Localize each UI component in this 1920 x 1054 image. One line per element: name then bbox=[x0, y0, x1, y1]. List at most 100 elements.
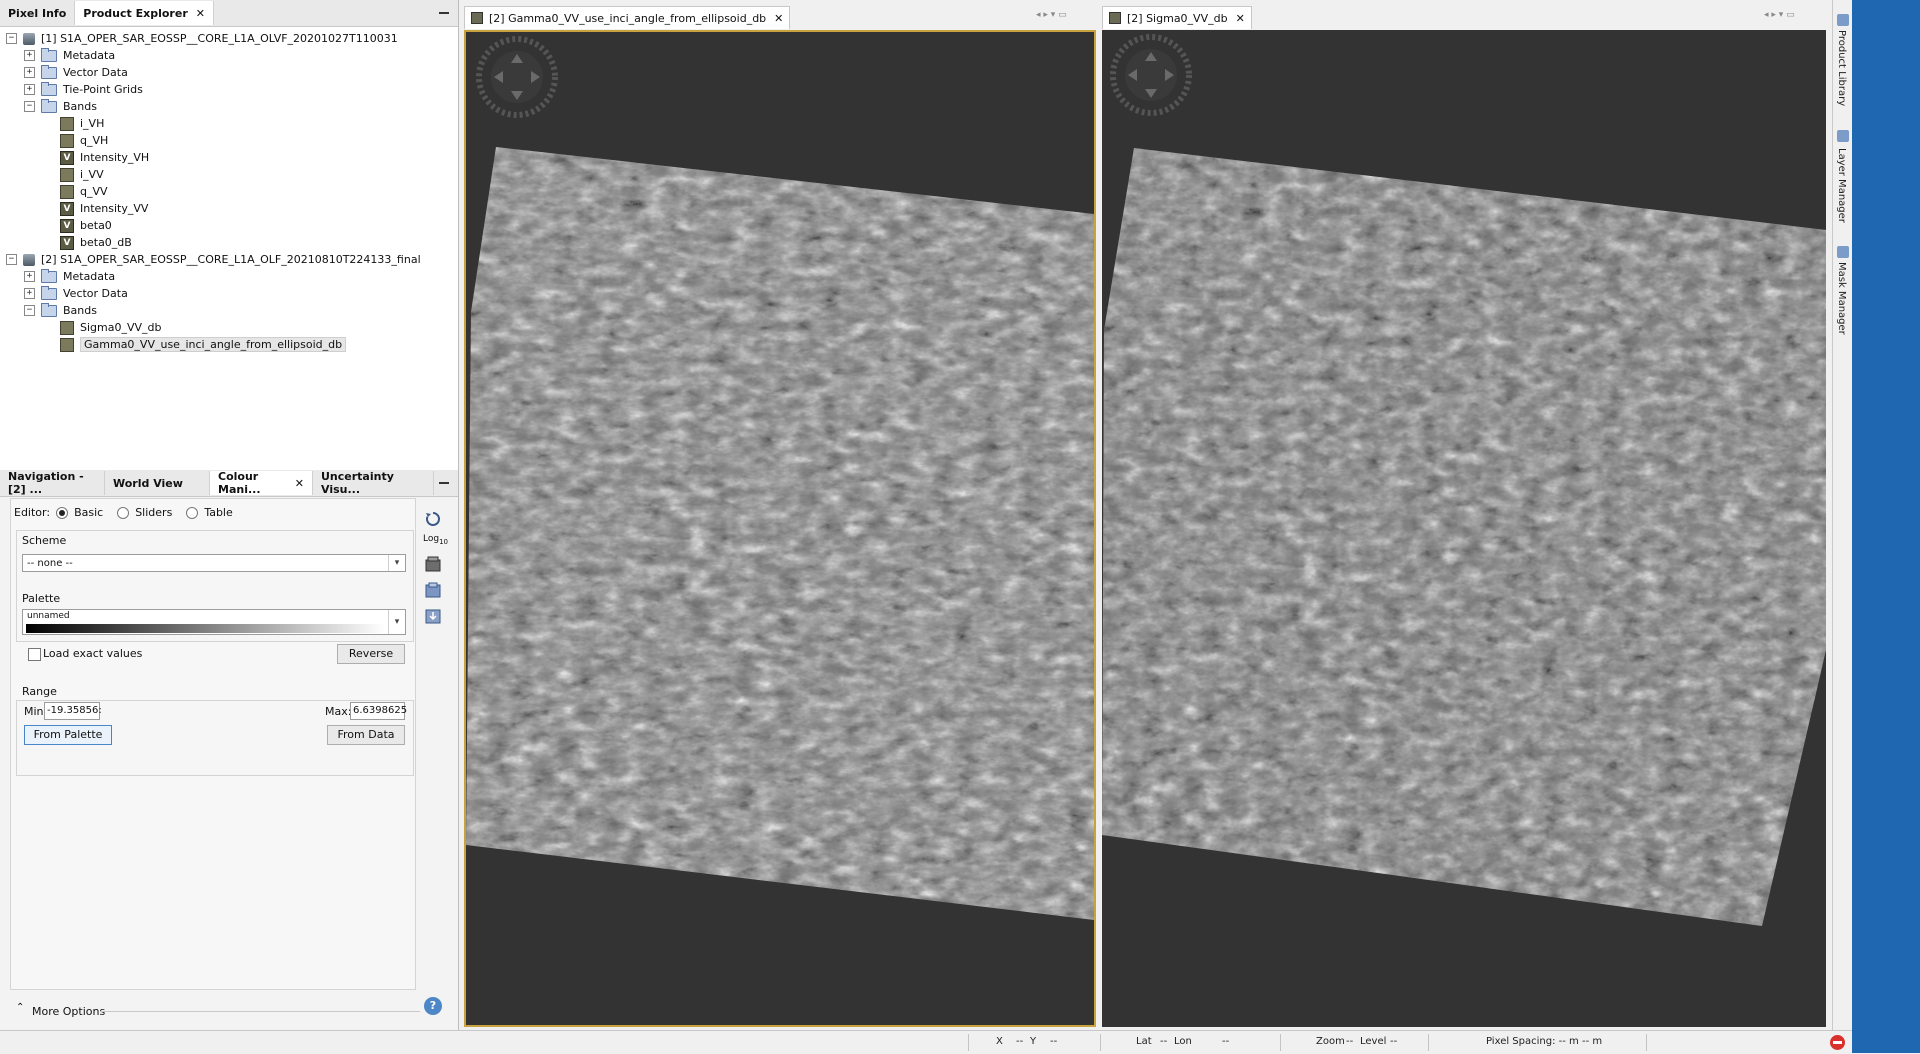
expand-icon[interactable]: + bbox=[24, 288, 35, 299]
tree-node-band[interactable]: V Intensity_VH bbox=[60, 149, 149, 166]
log10-icon[interactable]: Log10 bbox=[423, 534, 448, 546]
chevron-down-icon: ▾ bbox=[388, 555, 405, 571]
status-x-value: -- bbox=[1016, 1036, 1024, 1047]
status-x-label: X bbox=[996, 1036, 1003, 1047]
collapse-icon[interactable]: − bbox=[6, 254, 17, 265]
tree-node-band[interactable]: i_VV bbox=[60, 166, 104, 183]
view-nav-controls[interactable]: ◂ ▸ ▾ ▭ bbox=[1036, 10, 1067, 20]
tab-uncertainty[interactable]: Uncertainty Visu... bbox=[313, 470, 434, 496]
radio-basic[interactable] bbox=[56, 506, 69, 519]
layer-manager-tab[interactable]: Layer Manager bbox=[1836, 148, 1847, 223]
divider bbox=[100, 1011, 420, 1012]
product-library-tab[interactable]: Product Library bbox=[1836, 30, 1847, 106]
view-tab-gamma0[interactable]: [2] Gamma0_VV_use_inci_angle_from_ellips… bbox=[464, 6, 791, 29]
max-input[interactable]: 6.6398625 bbox=[350, 702, 407, 720]
tab-colour-manipulation[interactable]: Colour Mani... ✕ bbox=[210, 470, 313, 496]
close-icon[interactable]: ✕ bbox=[1236, 12, 1245, 25]
tree-node-band[interactable]: Vbeta0_dB bbox=[60, 234, 132, 251]
close-icon[interactable]: ✕ bbox=[196, 7, 205, 20]
mask-manager-tab[interactable]: Mask Manager bbox=[1836, 262, 1847, 335]
editor-mode-group: Editor: Basic Sliders Table bbox=[14, 506, 233, 519]
folder-icon bbox=[41, 47, 57, 62]
tree-node-band[interactable]: i_VH bbox=[60, 115, 104, 132]
tree-node-bands[interactable]: − Bands bbox=[24, 98, 97, 115]
band-icon bbox=[60, 133, 74, 148]
import-icon[interactable] bbox=[424, 556, 442, 572]
tree-node-bands[interactable]: − Bands bbox=[24, 302, 97, 319]
tree-node-tie-point-grids[interactable]: + Tie-Point Grids bbox=[24, 81, 143, 98]
layer-manager-icon[interactable] bbox=[1837, 130, 1849, 142]
band-icon bbox=[60, 320, 74, 335]
chevron-down-icon: ▾ bbox=[388, 610, 405, 634]
image-view-sigma0[interactable] bbox=[1102, 30, 1826, 1027]
view-tab-sigma0[interactable]: [2] Sigma0_VV_db ✕ bbox=[1102, 6, 1252, 29]
palette-select[interactable]: unnamed ▾ bbox=[22, 609, 406, 635]
mask-manager-icon[interactable] bbox=[1837, 246, 1849, 258]
view-nav-controls[interactable]: ◂ ▸ ▾ ▭ bbox=[1764, 10, 1795, 20]
tree-node-metadata[interactable]: + Metadata bbox=[24, 268, 115, 285]
product-icon bbox=[23, 32, 35, 45]
tool-tabbar: Navigation - [2] ... World View Colour M… bbox=[0, 470, 458, 497]
product-library-icon[interactable] bbox=[1837, 14, 1849, 26]
desktop-background bbox=[1852, 0, 1920, 1053]
band-icon bbox=[60, 184, 74, 199]
expand-icon[interactable]: + bbox=[24, 271, 35, 282]
folder-icon bbox=[41, 285, 57, 300]
scheme-label: Scheme bbox=[22, 534, 67, 547]
radio-table[interactable] bbox=[186, 506, 199, 519]
virtual-band-icon: V bbox=[60, 235, 74, 250]
scheme-select[interactable]: -- none -- ▾ bbox=[22, 554, 406, 572]
expand-icon[interactable]: + bbox=[24, 84, 35, 95]
folder-icon bbox=[41, 64, 57, 79]
close-icon[interactable]: ✕ bbox=[295, 477, 304, 490]
tab-pixel-info[interactable]: Pixel Info bbox=[0, 1, 76, 25]
tree-node-band[interactable]: V Intensity_VV bbox=[60, 200, 148, 217]
band-icon bbox=[60, 167, 74, 182]
load-exact-checkbox[interactable] bbox=[28, 648, 41, 661]
tree-node-band-selected[interactable]: Gamma0_VV_use_inci_angle_from_ellipsoid_… bbox=[60, 336, 347, 353]
tree-node-product-2[interactable]: − [2] S1A_OPER_SAR_EOSSP__CORE_L1A_OLF_20… bbox=[6, 251, 421, 268]
minimize-icon[interactable] bbox=[438, 475, 450, 487]
collapse-icon[interactable]: − bbox=[6, 33, 17, 44]
band-icon bbox=[60, 337, 74, 352]
help-icon[interactable]: ? bbox=[424, 997, 442, 1015]
double-chevron-up-icon[interactable]: ⌃ bbox=[16, 1002, 24, 1013]
status-lat-value: -- bbox=[1160, 1036, 1168, 1047]
tab-navigation[interactable]: Navigation - [2] ... bbox=[0, 470, 105, 496]
minimize-icon[interactable] bbox=[438, 5, 450, 17]
tree-node-product-1[interactable]: − [1] S1A_OPER_SAR_EOSSP__CORE_L1A_OLVF_2… bbox=[6, 30, 398, 47]
min-input[interactable]: -19.35856: bbox=[44, 702, 102, 720]
save-icon[interactable] bbox=[424, 608, 442, 624]
tab-product-explorer[interactable]: Product Explorer ✕ bbox=[75, 1, 214, 25]
more-options-toggle[interactable]: More Options bbox=[32, 1005, 105, 1018]
export-icon[interactable] bbox=[424, 582, 442, 598]
tree-node-band[interactable]: Vbeta0 bbox=[60, 217, 112, 234]
band-icon bbox=[1109, 12, 1121, 24]
reset-icon[interactable] bbox=[424, 510, 442, 526]
reverse-button[interactable]: Reverse bbox=[337, 644, 405, 664]
tree-node-metadata[interactable]: + Metadata bbox=[24, 47, 115, 64]
from-data-button[interactable]: From Data bbox=[327, 725, 405, 745]
radio-sliders[interactable] bbox=[117, 506, 130, 519]
from-palette-button[interactable]: From Palette bbox=[24, 725, 112, 745]
tree-node-vector-data[interactable]: + Vector Data bbox=[24, 64, 128, 81]
tree-node-vector-data[interactable]: + Vector Data bbox=[24, 285, 128, 302]
tree-node-band[interactable]: Sigma0_VV_db bbox=[60, 319, 162, 336]
collapse-icon[interactable]: − bbox=[24, 305, 35, 316]
folder-icon bbox=[41, 268, 57, 283]
error-indicator-icon[interactable] bbox=[1830, 1035, 1845, 1050]
load-exact-label: Load exact values bbox=[43, 647, 143, 660]
tab-world-view[interactable]: World View bbox=[105, 471, 210, 495]
explorer-tabbar: Pixel Info Product Explorer ✕ bbox=[0, 0, 458, 27]
sar-image-sigma0 bbox=[1102, 148, 1826, 926]
expand-icon[interactable]: + bbox=[24, 50, 35, 61]
band-icon bbox=[60, 116, 74, 131]
collapse-icon[interactable]: − bbox=[24, 101, 35, 112]
image-view-gamma0[interactable] bbox=[464, 30, 1096, 1027]
tree-node-band[interactable]: q_VH bbox=[60, 132, 108, 149]
sar-image-gamma0 bbox=[466, 147, 1094, 920]
status-y-label: Y bbox=[1030, 1036, 1037, 1047]
tree-node-band[interactable]: q_VV bbox=[60, 183, 108, 200]
expand-icon[interactable]: + bbox=[24, 67, 35, 78]
close-icon[interactable]: ✕ bbox=[774, 12, 783, 25]
